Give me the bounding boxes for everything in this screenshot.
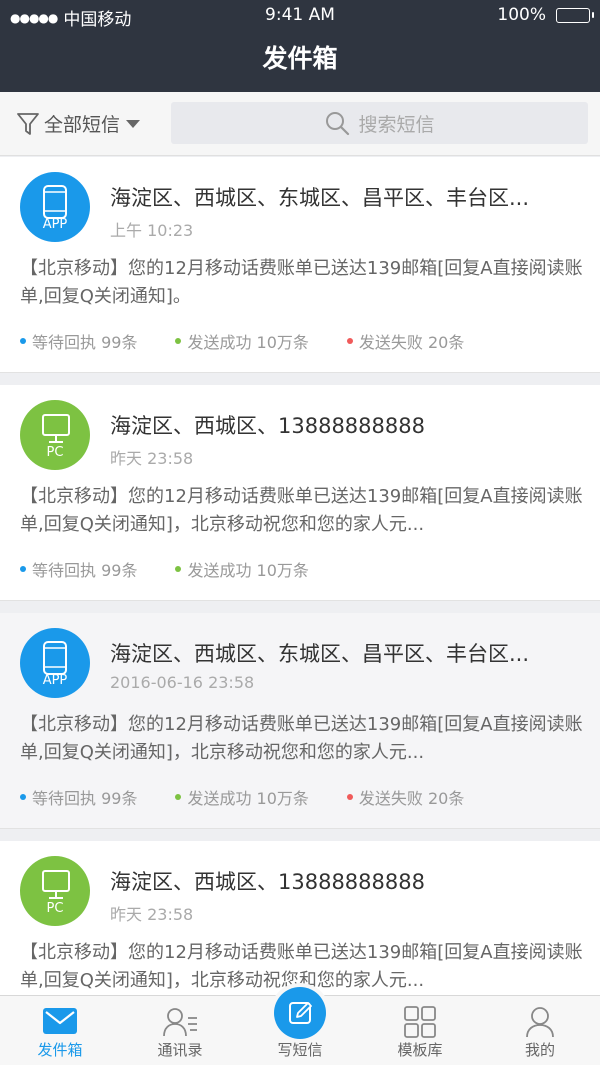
dot-icon xyxy=(20,338,26,344)
phone-icon xyxy=(43,185,67,219)
stat-success: 发送成功 10万条 xyxy=(175,785,309,809)
source-avatar: APP xyxy=(20,172,90,242)
dot-icon xyxy=(175,566,182,572)
filter-dropdown[interactable]: 全部短信 xyxy=(16,110,141,137)
filter-icon xyxy=(17,112,39,135)
source-avatar: APP xyxy=(20,628,90,698)
user-icon xyxy=(526,1007,554,1038)
message-stats: 等待回执 99条 发送成功 10万条 发送失败 20条 xyxy=(20,785,502,809)
message-body: 【北京移动】您的12月移动话费账单已送达139邮箱[回复A直接阅读账单,回复Q关… xyxy=(20,486,583,535)
monitor-icon xyxy=(42,870,70,899)
stat-pending: 等待回执 99条 xyxy=(20,785,137,809)
search-input[interactable]: 搜索短信 xyxy=(171,102,588,144)
contacts-icon xyxy=(163,1008,197,1037)
source-avatar: PC xyxy=(20,856,90,926)
battery: 100% xyxy=(497,5,594,25)
message-recipients: 海淀区、西城区、13888888888 xyxy=(110,414,425,438)
stat-label: 发送成功 10万条 xyxy=(187,789,309,808)
stat-failed: 发送失败 20条 xyxy=(346,329,465,353)
mail-icon xyxy=(43,1008,77,1034)
message-time: 昨天 23:58 xyxy=(110,449,194,468)
compose-button[interactable] xyxy=(274,987,326,1039)
tab-label: 通讯录 xyxy=(157,1041,203,1059)
tab-outbox[interactable]: 发件箱 xyxy=(0,996,120,1065)
source-avatar: PC xyxy=(20,400,90,470)
compose-icon xyxy=(289,1002,312,1024)
message-card[interactable]: APP 海淀区、西城区、东城区、昌平区、丰台区... 2016-06-16 23… xyxy=(0,613,600,829)
stat-success: 发送成功 10万条 xyxy=(175,329,309,353)
page-title: 发件箱 xyxy=(0,30,600,92)
stat-pending: 等待回执 99条 xyxy=(20,329,137,353)
phone-icon xyxy=(43,641,67,675)
grid-icon xyxy=(404,1006,436,1038)
stat-label: 等待回执 99条 xyxy=(32,789,138,808)
message-time: 昨天 23:58 xyxy=(110,905,194,924)
battery-percent: 100% xyxy=(497,5,546,25)
message-body: 【北京移动】您的12月移动话费账单已送达139邮箱[回复A直接阅读账单,回复Q关… xyxy=(20,714,583,763)
dot-icon xyxy=(346,794,353,800)
message-recipients: 海淀区、西城区、东城区、昌平区、丰台区... xyxy=(110,642,530,666)
stat-label: 发送失败 20条 xyxy=(358,333,465,352)
message-body: 【北京移动】您的12月移动话费账单已送达139邮箱[回复A直接阅读账单,回复Q关… xyxy=(20,258,583,307)
filter-label: 全部短信 xyxy=(44,114,121,136)
tab-label: 发件箱 xyxy=(37,1041,83,1059)
search-icon xyxy=(326,112,350,136)
message-time: 上午 10:23 xyxy=(110,221,194,240)
message-stats: 等待回执 99条 发送成功 10万条 xyxy=(20,557,347,581)
tab-templates[interactable]: 模板库 xyxy=(360,996,480,1065)
stat-label: 发送成功 10万条 xyxy=(187,333,309,352)
message-recipients: 海淀区、西城区、13888888888 xyxy=(110,870,425,894)
stat-success: 发送成功 10万条 xyxy=(175,557,309,581)
message-card[interactable]: PC 海淀区、西城区、13888888888 昨天 23:58 【北京移动】您的… xyxy=(0,385,600,601)
source-tag: APP xyxy=(42,673,68,688)
tab-label: 写短信 xyxy=(277,1041,323,1059)
stat-label: 发送失败 20条 xyxy=(358,789,465,808)
stat-pending: 等待回执 99条 xyxy=(20,557,137,581)
source-tag: PC xyxy=(46,901,64,916)
tab-label: 模板库 xyxy=(397,1041,443,1059)
tab-me[interactable]: 我的 xyxy=(480,996,600,1065)
caret-down-icon xyxy=(126,119,141,128)
message-time: 2016-06-16 23:58 xyxy=(110,673,255,692)
message-stats: 等待回执 99条 发送成功 10万条 发送失败 20条 xyxy=(20,329,502,353)
stat-label: 等待回执 99条 xyxy=(32,561,138,580)
stat-label: 发送成功 10万条 xyxy=(187,561,309,580)
dot-icon xyxy=(20,566,26,572)
source-tag: APP xyxy=(42,217,68,232)
message-card[interactable]: APP 海淀区、西城区、东城区、昌平区、丰台区... 上午 10:23 【北京移… xyxy=(0,157,600,373)
stat-label: 等待回执 99条 xyxy=(32,333,138,352)
dot-icon xyxy=(346,338,353,344)
dot-icon xyxy=(20,794,26,800)
search-placeholder: 搜索短信 xyxy=(358,113,435,136)
tab-contacts[interactable]: 通讯录 xyxy=(120,996,240,1065)
status-bar: ●●●●● 中国移动 9:41 AM 100% xyxy=(0,0,600,30)
tab-label: 我的 xyxy=(524,1041,555,1059)
stat-failed: 发送失败 20条 xyxy=(346,785,465,809)
monitor-icon xyxy=(42,414,70,443)
battery-icon xyxy=(556,7,594,23)
filter-bar: 全部短信 搜索短信 xyxy=(0,92,600,156)
dot-icon xyxy=(175,794,182,800)
message-recipients: 海淀区、西城区、东城区、昌平区、丰台区... xyxy=(110,186,530,210)
dot-icon xyxy=(175,338,182,344)
source-tag: PC xyxy=(46,445,64,460)
